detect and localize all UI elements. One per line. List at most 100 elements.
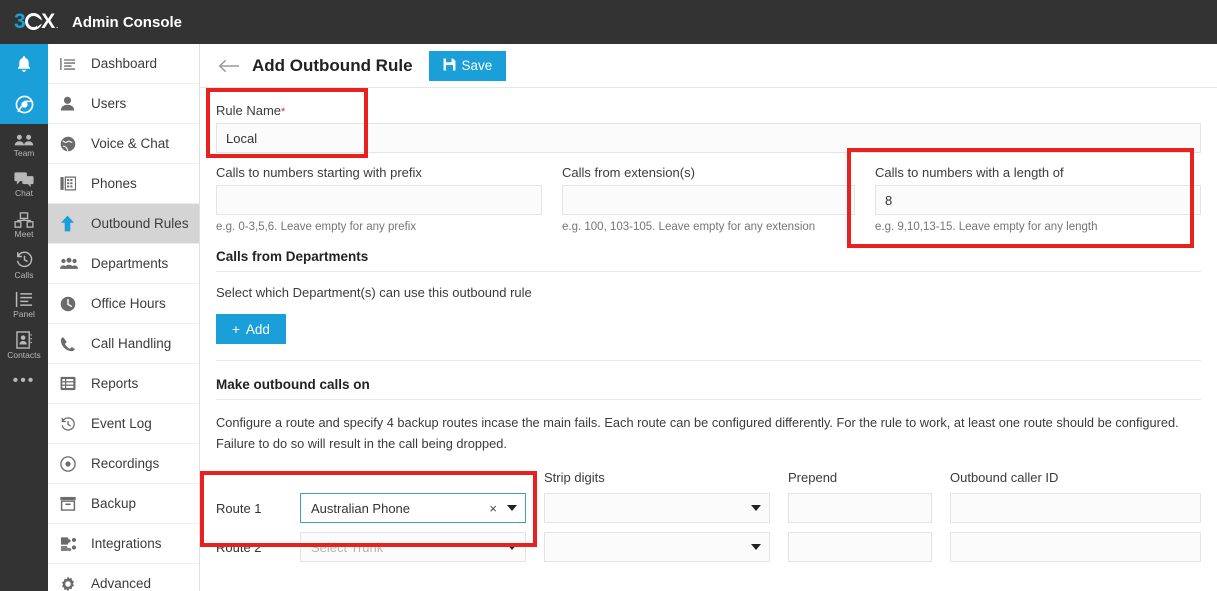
logo-c-ring-icon <box>25 13 43 30</box>
rail-item-panel[interactable]: Panel <box>0 284 48 324</box>
rail-label-team: Team <box>13 147 35 158</box>
route-2-strip-digits-select[interactable] <box>544 532 770 562</box>
sidebar-label: Office Hours <box>91 296 166 311</box>
sidebar-item-backup[interactable]: Backup <box>48 484 199 524</box>
add-department-button[interactable]: + Add <box>216 314 286 344</box>
sidebar-item-recordings[interactable]: Recordings <box>48 444 199 484</box>
save-disk-icon <box>443 58 456 74</box>
sidebar-label: Backup <box>91 496 137 511</box>
departments-note: Select which Department(s) can use this … <box>216 285 532 300</box>
page-title: Add Outbound Rule <box>252 55 413 75</box>
chat-icon <box>14 172 34 187</box>
rail-label-contacts: Contacts <box>7 349 41 360</box>
chevron-down-icon <box>507 505 517 511</box>
sidebar-item-integrations[interactable]: Integrations <box>48 524 199 564</box>
divider <box>216 360 1201 361</box>
required-asterisk: * <box>281 106 286 118</box>
sidebar-item-reports[interactable]: Reports <box>48 364 199 404</box>
route-1-caller-id-input[interactable] <box>950 493 1201 523</box>
rail-item-notifications[interactable] <box>0 44 48 84</box>
route-1-strip-digits-select[interactable] <box>544 493 770 523</box>
sidebar-item-departments[interactable]: Departments <box>48 244 199 284</box>
chevron-down-icon <box>751 544 761 550</box>
filters-grid: Calls to numbers starting with prefix e.… <box>216 153 1201 233</box>
phones-icon <box>60 176 82 191</box>
user-icon <box>60 96 82 111</box>
route-1-trunk-select[interactable]: Australian Phone × <box>300 493 526 523</box>
sidebar-label: Voice & Chat <box>91 136 170 151</box>
record-icon <box>60 455 82 472</box>
sidebar-item-outbound-rules[interactable]: Outbound Rules <box>48 204 199 244</box>
top-bar: 3 X . Admin Console <box>0 0 1217 44</box>
departments-heading: Calls from Departments <box>216 249 1201 272</box>
length-group: Calls to numbers with a length of e.g. 9… <box>875 165 1201 233</box>
sidebar-item-voice-chat[interactable]: Voice & Chat <box>48 124 199 164</box>
outbound-paragraph: Configure a route and specify 4 backup r… <box>216 415 1179 451</box>
sidebar-item-phones[interactable]: Phones <box>48 164 199 204</box>
col-route <box>216 470 300 485</box>
sidebar-item-dashboard[interactable]: Dashboard <box>48 44 199 84</box>
save-button[interactable]: Save <box>428 50 507 81</box>
clear-icon[interactable]: × <box>489 501 497 516</box>
reports-icon <box>60 376 82 391</box>
rail-label-calls: Calls <box>14 270 34 280</box>
sidebar-label: Advanced <box>91 576 152 591</box>
sidebar-item-call-handling[interactable]: Call Handling <box>48 324 199 364</box>
clock-icon <box>60 296 82 312</box>
length-label: Calls to numbers with a length of <box>875 165 1064 180</box>
rule-name-input[interactable] <box>216 123 1201 153</box>
chrome-icon <box>14 94 35 115</box>
length-hint: e.g. 9,10,13-15. Leave empty for any len… <box>875 221 1098 233</box>
history-icon <box>60 416 82 432</box>
rail-item-meet[interactable]: Meet <box>0 204 48 244</box>
3cx-logo[interactable]: 3 X . <box>14 10 59 34</box>
departments-icon <box>60 257 82 270</box>
sidebar-item-users[interactable]: Users <box>48 84 199 124</box>
sidebar-item-office-hours[interactable]: Office Hours <box>48 284 199 324</box>
team-icon <box>14 133 34 147</box>
sidebar-label: Dashboard <box>91 56 158 71</box>
route-2-prepend-input[interactable] <box>788 532 932 562</box>
rail-item-browser[interactable] <box>0 84 48 124</box>
extensions-label: Calls from extension(s) <box>562 165 695 180</box>
rail-more-button[interactable]: ••• <box>0 364 48 398</box>
form-content: Rule Name* Calls to numbers starting wit… <box>200 88 1217 562</box>
sidebar-item-advanced[interactable]: Advanced <box>48 564 199 591</box>
logo-dot: . <box>55 20 59 31</box>
col-prepend: Prepend <box>788 470 838 485</box>
sidebar-label: Reports <box>91 376 139 391</box>
contacts-icon <box>15 330 33 349</box>
page-header: Add Outbound Rule Save <box>200 44 1217 88</box>
prefix-input[interactable] <box>216 185 542 215</box>
sidebar-label: Call Handling <box>91 336 172 351</box>
rule-name-group: Rule Name* <box>216 88 1201 153</box>
route-2-trunk-select[interactable]: Select Trunk <box>300 532 526 562</box>
panel-icon <box>15 291 34 308</box>
extensions-hint: e.g. 100, 103-105. Leave empty for any e… <box>562 221 816 233</box>
rail-item-chat[interactable]: Chat <box>0 164 48 204</box>
add-department-label: Add <box>245 321 270 337</box>
rail-item-team[interactable]: Team <box>0 124 48 164</box>
sidebar-item-event-log[interactable]: Event Log <box>48 404 199 444</box>
rule-name-label-text: Rule Name <box>216 103 282 118</box>
phone-handset-icon <box>60 336 82 352</box>
app-root: 3 X . Admin Console Team Chat Meet Calls… <box>0 0 1217 591</box>
route-2-caller-id-input[interactable] <box>950 532 1201 562</box>
route-2-trunk-placeholder: Select Trunk <box>311 539 384 555</box>
rule-name-label: Rule Name* <box>216 103 1201 118</box>
route-1-prepend-input[interactable] <box>788 493 932 523</box>
back-arrow-icon[interactable] <box>216 53 242 79</box>
outbound-heading: Make outbound calls on <box>216 377 1201 400</box>
sidebar-label: Phones <box>91 176 137 191</box>
sidebar-label: Recordings <box>91 456 160 471</box>
rail-label-chat: Chat <box>15 188 33 198</box>
rail-item-contacts[interactable]: Contacts <box>0 324 48 364</box>
sidebar-label: Users <box>91 96 127 111</box>
extensions-group: Calls from extension(s) e.g. 100, 103-10… <box>562 165 855 233</box>
rail-item-calls[interactable]: Calls <box>0 244 48 284</box>
left-icon-rail: Team Chat Meet Calls Panel Contacts ••• <box>0 44 48 591</box>
length-input[interactable] <box>875 185 1201 215</box>
extensions-input[interactable] <box>562 185 855 215</box>
plus-icon: + <box>232 321 240 337</box>
chevron-down-icon <box>751 505 761 511</box>
